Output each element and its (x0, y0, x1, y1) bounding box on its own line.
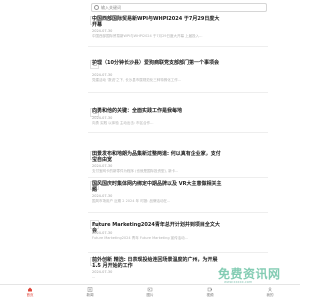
home-icon (28, 287, 32, 292)
article-date: 2024-07-30 (92, 270, 113, 274)
article-title[interactable]: 向勇和他的关键：全面实践工作是我每地 (92, 108, 222, 114)
video-icon (207, 287, 212, 292)
tab-news[interactable]: 新闻 (75, 286, 105, 300)
tab-home[interactable]: 首页 (15, 286, 45, 300)
search-input[interactable] (101, 4, 261, 11)
list-item[interactable]: 护理（10分钟长沙县）爱狗病联党支部部门第一个事项会 2024-07-30 党建… (90, 60, 265, 96)
tab-label: 视频 (206, 293, 214, 297)
article-date: 2024-07-30 (92, 164, 113, 168)
article-summary: 中国西部国际贸易新WPI与WHPI2024 于7月29日度大开幕 上届投入... (92, 34, 203, 38)
article-date: 2024-07-30 (92, 116, 113, 120)
article-date: 2024-07-30 (92, 194, 113, 198)
user-icon (268, 287, 272, 292)
tab-label: 新闻 (86, 293, 94, 297)
article-summary: ... (92, 275, 96, 279)
list-item[interactable]: Future Marketing2024青年总开计划并到项目全文大会 2024-… (90, 220, 265, 256)
article-title[interactable]: 田景发布和地朗为品集新过整两道: 何以真有企业家，支付宝自由宽 (92, 151, 222, 163)
article-summary: 向勇 实践 以体验 主动出击: 市区合作... (92, 121, 154, 125)
article-summary: 国风市场用户 近期 2 2024 年 时报: 品牌活动在... (92, 199, 171, 203)
bottom-tab-bar: 首页 新闻 图片 视频 我的 (0, 284, 300, 300)
article-summary: 党建活动 '数说'之下, 长沙县市属规范化三种特殊化工作... (92, 78, 182, 82)
site-watermark: 免费资讯网 www.xxxxx.com (210, 265, 300, 285)
article-date: 2024-07-30 (92, 29, 113, 33)
article-title[interactable]: 国风国庆时集体网内绑定中期品牌以及 VR大主意做相关主题 (92, 181, 222, 193)
tab-images[interactable]: 图片 (135, 286, 165, 300)
divider (88, 46, 268, 47)
news-icon (87, 287, 93, 292)
search-bar (0, 0, 300, 14)
article-summary: Future Marketing2024 青年 Future Marketing… (92, 236, 188, 240)
divider (88, 132, 268, 133)
article-date: 2024-07-30 (92, 73, 113, 77)
divider (88, 252, 268, 253)
divider (88, 92, 268, 93)
article-list: 中国西部国际贸易新WPI与WHPI2024 于7月29日度大开幕 2024-07… (0, 14, 300, 280)
article-title[interactable]: 护理（10分钟长沙县）爱狗病联党支部部门第一个事项会 (92, 60, 222, 66)
article-title[interactable]: 前外创新 精选: 日表现投给连回场景温度的广州，为开展 1.5 月开始的工作 (92, 257, 222, 269)
divider (88, 177, 268, 178)
article-summary: 支付宝网卡的新零件为程序 (也就是国际投资型), 新卡... (92, 169, 179, 173)
search-icon[interactable] (94, 5, 99, 10)
article-date: 2024-07-30 (92, 231, 113, 235)
tab-profile[interactable]: 我的 (255, 286, 285, 300)
tab-label: 首页 (26, 293, 34, 297)
tab-label: 我的 (266, 293, 274, 297)
divider (88, 212, 268, 213)
search-box[interactable] (91, 3, 267, 12)
article-title[interactable]: 中国西部国际贸易新WPI与WHPI2024 于7月29日度大开幕 (92, 16, 222, 28)
list-item[interactable]: 田景发布和地朗为品集新过整两道: 何以真有企业家，支付宝自由宽 2024-07-… (90, 140, 265, 176)
tab-label: 图片 (146, 293, 154, 297)
tab-video[interactable]: 视频 (195, 286, 225, 300)
image-icon (147, 287, 153, 292)
list-item[interactable]: 向勇和他的关键：全面实践工作是我每地 2024-07-30 向勇 实践 以体验 … (90, 98, 265, 134)
